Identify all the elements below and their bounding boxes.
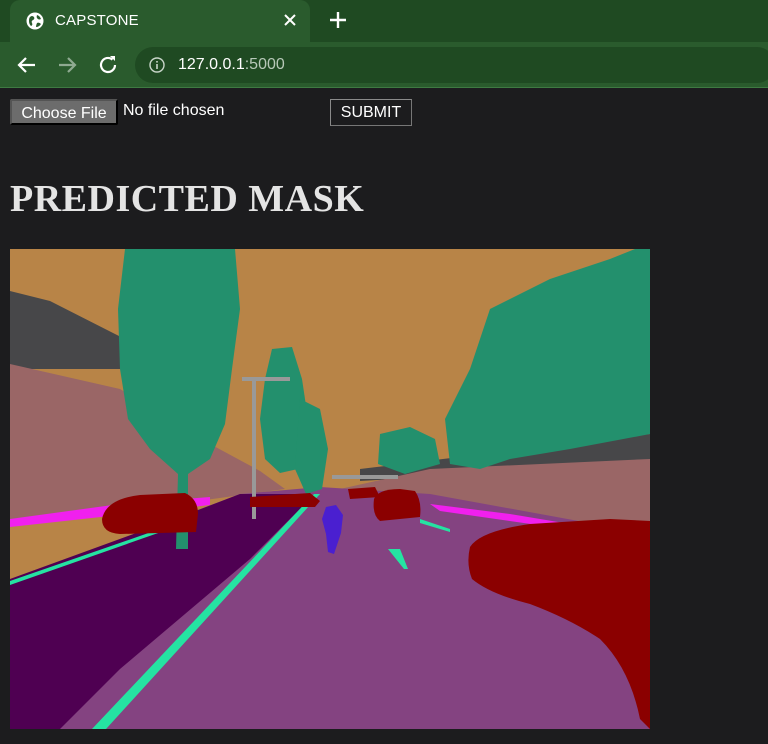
globe-icon — [26, 12, 44, 30]
url-port: :5000 — [244, 56, 285, 73]
plus-icon[interactable] — [327, 8, 349, 32]
url-host: 127.0.0.1 — [178, 56, 245, 73]
tab-strip: CAPSTONE — [0, 0, 768, 42]
browser-toolbar: 127.0.0.1:5000 — [0, 42, 768, 88]
submit-button[interactable]: SUBMIT — [330, 99, 412, 126]
page-content: Choose File No file chosen SUBMIT PREDIC… — [0, 89, 768, 744]
reload-icon[interactable] — [96, 53, 120, 77]
predicted-mask-image — [10, 249, 650, 729]
info-icon[interactable] — [149, 57, 165, 73]
file-status-text: No file chosen — [123, 102, 225, 119]
tab-title: CAPSTONE — [55, 12, 139, 29]
back-arrow-icon[interactable] — [15, 53, 39, 77]
address-bar[interactable]: 127.0.0.1:5000 — [135, 47, 768, 83]
choose-file-button[interactable]: Choose File — [10, 99, 118, 125]
close-icon[interactable] — [280, 10, 300, 30]
browser-tab[interactable]: CAPSTONE — [10, 0, 310, 42]
page-title: PREDICTED MASK — [10, 178, 365, 220]
url-text: 127.0.0.1:5000 — [178, 56, 285, 74]
forward-arrow-icon[interactable] — [55, 53, 79, 77]
